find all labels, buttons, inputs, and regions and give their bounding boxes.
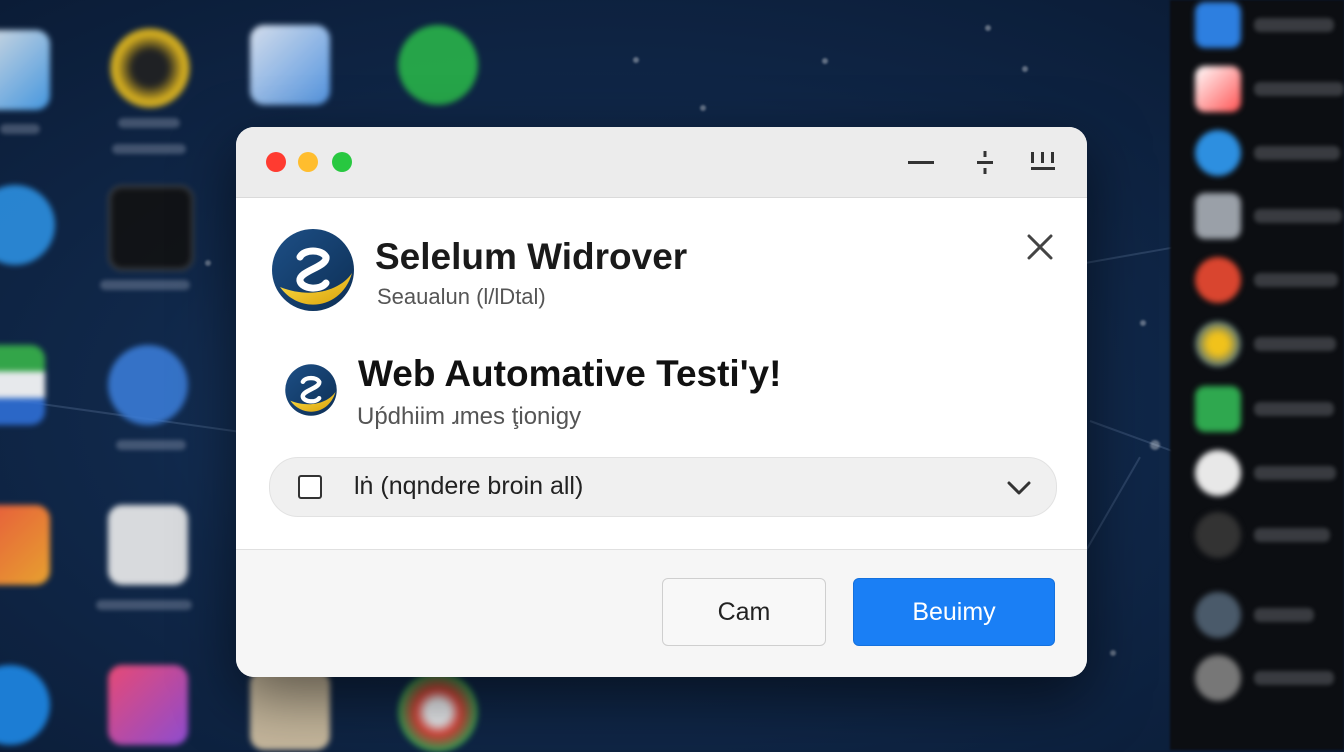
panel-app-icon[interactable] [1195, 130, 1241, 176]
panel-app-icon[interactable] [1195, 193, 1241, 239]
constellation-line [1079, 456, 1141, 562]
star [1150, 440, 1160, 450]
chevron-down-icon[interactable] [1004, 476, 1034, 500]
cancel-button[interactable]: Cam [662, 578, 826, 646]
desktop-icon-label [118, 118, 180, 128]
app-title: Selelum Widrover [375, 236, 688, 277]
desktop-app-icon[interactable] [108, 505, 188, 585]
star [822, 58, 828, 64]
panel-app-icon[interactable] [1195, 66, 1241, 112]
panel-item-label [1254, 671, 1334, 685]
option-checkbox[interactable] [298, 475, 322, 499]
panel-app-icon[interactable] [1195, 321, 1241, 367]
desktop-icon-label [112, 144, 186, 154]
desktop-app-icon[interactable] [0, 345, 45, 425]
desktop-app-icon[interactable] [250, 25, 330, 105]
desktop-app-icon[interactable] [250, 670, 330, 750]
panel-item-label [1254, 273, 1338, 287]
panel-item-label [1254, 337, 1336, 351]
desktop-app-icon[interactable] [108, 185, 194, 271]
panel-app-icon[interactable] [1195, 512, 1241, 558]
star [633, 57, 639, 63]
star [985, 25, 991, 31]
desktop-app-icon[interactable] [108, 345, 188, 425]
desktop-icon-label [100, 280, 190, 290]
desktop-app-icon[interactable] [398, 25, 478, 105]
panel-item-label [1254, 608, 1314, 622]
panel-app-icon[interactable] [1195, 655, 1241, 701]
panel-app-icon[interactable] [1195, 592, 1241, 638]
panel-item-label [1254, 146, 1340, 160]
feature-logo [284, 363, 338, 417]
option-label: lṅ (nqndere broin all) [354, 472, 584, 500]
desktop-app-icon[interactable] [0, 185, 55, 265]
desktop-app-icon[interactable] [108, 665, 188, 745]
panel-app-icon[interactable] [1195, 386, 1241, 432]
desktop-app-icon[interactable] [0, 505, 50, 585]
desktop-icon-label [116, 440, 186, 450]
panel-app-icon[interactable] [1195, 2, 1241, 48]
desktop-icon-label [96, 600, 192, 610]
panel-item-label [1254, 209, 1342, 223]
star [700, 105, 706, 111]
panel-item-label [1254, 402, 1334, 416]
panel-app-icon[interactable] [1195, 450, 1241, 496]
grid-view-icon[interactable] [1026, 145, 1060, 179]
star [1110, 650, 1116, 656]
desktop-icon-label [0, 124, 40, 134]
installer-dialog: Selelum Widrover Seaualun (l/lDtal) Web … [236, 127, 1087, 677]
star [1022, 66, 1028, 72]
feature-title: Web Automative Testi'y! [358, 353, 782, 394]
panel-item-label [1254, 528, 1330, 542]
panel-app-icon[interactable] [1195, 257, 1241, 303]
primary-button[interactable]: Beuimy [853, 578, 1055, 646]
desktop-app-icon[interactable] [398, 672, 478, 752]
feature-subtitle: Uṕdhiim ɹmes ţioniɡy [357, 403, 582, 430]
panel-item-label [1254, 18, 1334, 32]
close-icon[interactable] [1022, 229, 1058, 265]
window-close-button[interactable] [266, 152, 286, 172]
split-view-icon[interactable] [968, 145, 1002, 179]
title-bar[interactable] [236, 127, 1087, 198]
minimize-icon[interactable] [904, 145, 938, 179]
window-zoom-button[interactable] [332, 152, 352, 172]
constellation-line [1089, 420, 1175, 453]
panel-item-label [1254, 466, 1336, 480]
desktop-app-icon[interactable] [110, 28, 190, 108]
star [1140, 320, 1146, 326]
panel-item-label [1254, 82, 1344, 96]
desktop-app-icon[interactable] [0, 30, 50, 110]
right-side-panel [1170, 0, 1344, 750]
option-dropdown[interactable]: lṅ (nqndere broin all) [269, 457, 1057, 517]
app-subtitle: Seaualun (l/lDtal) [377, 284, 546, 309]
star [205, 260, 211, 266]
desktop-app-icon[interactable] [0, 665, 50, 745]
app-logo [270, 227, 356, 313]
window-minimize-button[interactable] [298, 152, 318, 172]
